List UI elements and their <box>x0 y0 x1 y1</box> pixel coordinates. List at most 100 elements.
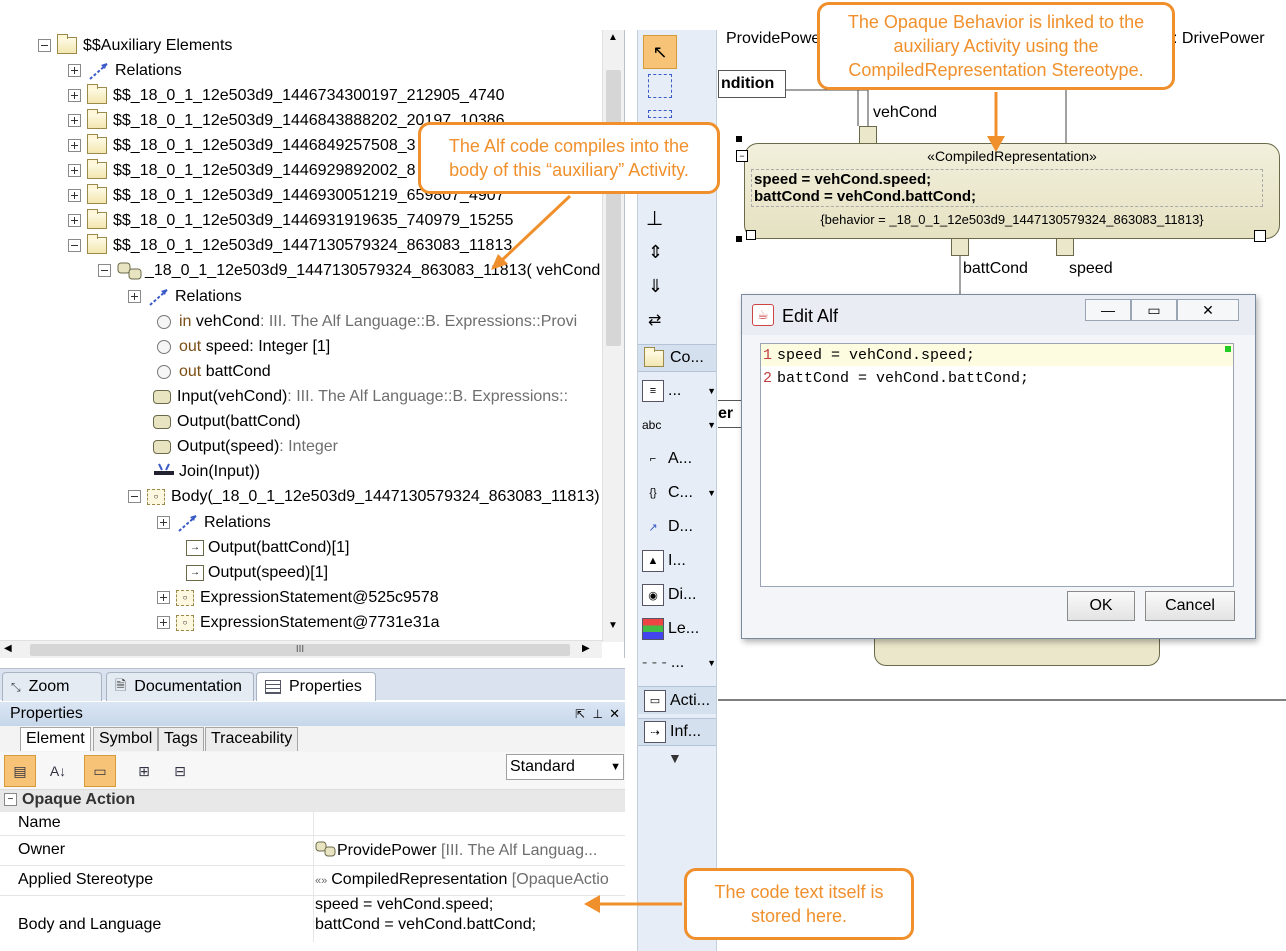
undock-icon[interactable]: ⇱ <box>575 702 585 726</box>
view-mode-select[interactable]: Standard ▼ <box>506 754 624 780</box>
palette-dependency[interactable]: ↗ D... <box>642 512 716 542</box>
tree-scroll-thumb[interactable] <box>606 70 621 346</box>
collapse-icon[interactable] <box>98 264 111 277</box>
scroll-left-icon[interactable]: ◀ <box>4 643 12 654</box>
tree-node-relations[interactable]: Relations <box>68 58 182 83</box>
pointer-tool-icon[interactable]: ↖ <box>643 35 677 69</box>
scroll-right-icon[interactable]: ▶ <box>582 643 590 654</box>
tree-node-output-pin[interactable]: → Output(speed)[1] <box>186 560 328 585</box>
collapse-icon[interactable]: − <box>736 150 748 162</box>
tree-node-folder[interactable]: $$_18_0_1_12e503d9_1446849257508_3 <box>68 133 416 158</box>
group-select-icon[interactable] <box>648 110 672 118</box>
tree-node-join[interactable]: Join(Input)) <box>153 459 260 484</box>
expand-icon[interactable] <box>68 64 81 77</box>
section-header[interactable]: − Opaque Action <box>0 790 625 812</box>
marquee-select-icon[interactable] <box>648 74 672 98</box>
collapse-icon[interactable]: − <box>4 793 17 806</box>
categorized-view-button[interactable]: ▤ <box>4 755 36 787</box>
dialog-titlebar[interactable]: ☕ Edit Alf — ▭ ✕ <box>742 295 1255 335</box>
tree-node-folder[interactable]: $$_18_0_1_12e503d9_1446929892002_8 <box>68 158 416 183</box>
merge-icon[interactable]: ⇓ <box>648 276 663 297</box>
output-pin[interactable] <box>1056 238 1074 256</box>
sort-alphabetical-button[interactable]: A↓ <box>42 755 74 787</box>
collapse-icon[interactable] <box>68 239 81 252</box>
tree-node-input[interactable]: Input(vehCond) : III. The Alf Language::… <box>153 384 568 409</box>
palette-diagram[interactable]: ◉ Di... <box>642 580 716 610</box>
tree-node-expression-statement[interactable]: ○ ExpressionStatement@7731e31a <box>157 610 440 635</box>
palette-group-common[interactable]: Co... <box>638 344 716 372</box>
collapse-icon[interactable] <box>128 490 141 503</box>
tree-node-relations[interactable]: Relations <box>157 510 271 535</box>
show-filter-button[interactable]: ▭ <box>84 755 116 787</box>
tree-node-parameter[interactable]: in vehCond : III. The Alf Language::B. E… <box>157 309 577 334</box>
maximize-button[interactable]: ▭ <box>1131 299 1177 321</box>
palette-constraint[interactable]: {} C... ▼ <box>642 478 716 508</box>
minimize-button[interactable]: — <box>1085 299 1131 321</box>
selection-handle[interactable] <box>736 236 742 242</box>
collapse-all-button[interactable]: ⊟ <box>164 755 196 787</box>
expand-icon[interactable] <box>157 616 170 629</box>
tree-node-folder[interactable]: $$_18_0_1_12e503d9_1446931919635_740979_… <box>68 208 513 233</box>
expand-icon[interactable] <box>157 591 170 604</box>
partial-node[interactable]: er <box>718 400 742 428</box>
stamp-icon[interactable]: ⊥ <box>646 206 663 231</box>
close-button[interactable]: ✕ <box>1177 299 1239 321</box>
tab-traceability[interactable]: Traceability <box>205 727 299 751</box>
pin-handle-icon[interactable] <box>746 230 756 240</box>
palette-group-information[interactable]: ⇢ Inf... <box>638 718 716 746</box>
tree-node-output[interactable]: Output(speed) : Integer <box>153 434 338 459</box>
split-icon[interactable]: ⇕ <box>648 242 663 263</box>
selection-handle[interactable] <box>736 136 742 142</box>
input-pin[interactable] <box>859 126 877 144</box>
palette-separator[interactable]: - - -... ▼ <box>642 648 716 678</box>
scroll-down-icon[interactable]: ▼ <box>608 620 618 631</box>
palette-more-icon[interactable]: ▼ <box>668 750 682 766</box>
tree-node-folder[interactable]: $$_18_0_1_12e503d9_1447130579324_863083_… <box>68 233 512 258</box>
collapse-icon[interactable] <box>38 39 51 52</box>
tab-tags[interactable]: Tags <box>158 727 204 751</box>
tree-node-output[interactable]: Output(battCond) <box>153 409 301 434</box>
tree-node-auxiliary-elements[interactable]: $$Auxiliary Elements <box>38 33 232 58</box>
tree-node-parameter[interactable]: out speed : Integer [1] <box>157 334 330 359</box>
tab-documentation[interactable]: 🗎 Documentation <box>106 672 254 701</box>
scroll-up-icon[interactable]: ▲ <box>608 32 618 43</box>
tree-hscroll-thumb[interactable]: III <box>30 644 570 656</box>
tab-element[interactable]: Element <box>20 727 91 751</box>
alf-code-editor[interactable]: 1 speed = vehCond.speed; 2 battCond = ve… <box>760 343 1234 587</box>
palette-text[interactable]: abc ▼ <box>642 410 716 440</box>
palette-legend[interactable]: Le... <box>642 614 716 644</box>
expand-icon[interactable] <box>68 89 81 102</box>
palette-group-activity[interactable]: ▭ Acti... <box>638 686 716 714</box>
expand-icon[interactable] <box>157 516 170 529</box>
expand-all-button[interactable]: ⊞ <box>128 755 160 787</box>
palette-anchor[interactable]: ⌐ A... <box>642 444 716 474</box>
pin-icon[interactable]: ⊥ <box>593 702 603 726</box>
expand-icon[interactable] <box>68 139 81 152</box>
tree-horizontal-scrollbar[interactable]: ◀ III ▶ <box>0 640 602 658</box>
tree-node-folder[interactable]: $$_18_0_1_12e503d9_1446734300197_212905_… <box>68 83 505 108</box>
ok-button[interactable]: OK <box>1067 591 1135 621</box>
close-icon[interactable]: ✕ <box>609 702 620 726</box>
tree-node-relations[interactable]: Relations <box>128 284 242 309</box>
path-icon[interactable]: ⇄ <box>648 310 661 330</box>
palette-note[interactable]: ≡... ▼ <box>642 376 716 406</box>
output-pin[interactable] <box>951 238 969 256</box>
expand-icon[interactable] <box>128 290 141 303</box>
cancel-button[interactable]: Cancel <box>1145 591 1235 621</box>
body-text-area[interactable]: speed = vehCond.speed; battCond = vehCon… <box>751 169 1263 207</box>
tab-properties[interactable]: Properties <box>256 672 376 701</box>
tab-symbol[interactable]: Symbol <box>93 727 159 751</box>
tab-zoom[interactable]: ⤡ Zoom <box>2 672 102 701</box>
expand-icon[interactable] <box>68 164 81 177</box>
resize-handle[interactable] <box>1254 230 1266 242</box>
tree-node-body[interactable]: ○ Body(_18_0_1_12e503d9_1447130579324_86… <box>128 484 600 509</box>
tree-node-output-pin[interactable]: → Output(battCond)[1] <box>186 535 349 560</box>
condition-node[interactable]: ndition <box>718 70 786 98</box>
palette-image[interactable]: ▲ I... <box>642 546 716 576</box>
opaque-action-node[interactable]: «CompiledRepresentation» speed = vehCond… <box>744 143 1280 239</box>
tree-node-parameter[interactable]: out battCond <box>157 359 271 384</box>
expand-icon[interactable] <box>68 189 81 202</box>
tree-node-expression-statement[interactable]: ○ ExpressionStatement@525c9578 <box>157 585 439 610</box>
expand-icon[interactable] <box>68 114 81 127</box>
expand-icon[interactable] <box>68 214 81 227</box>
